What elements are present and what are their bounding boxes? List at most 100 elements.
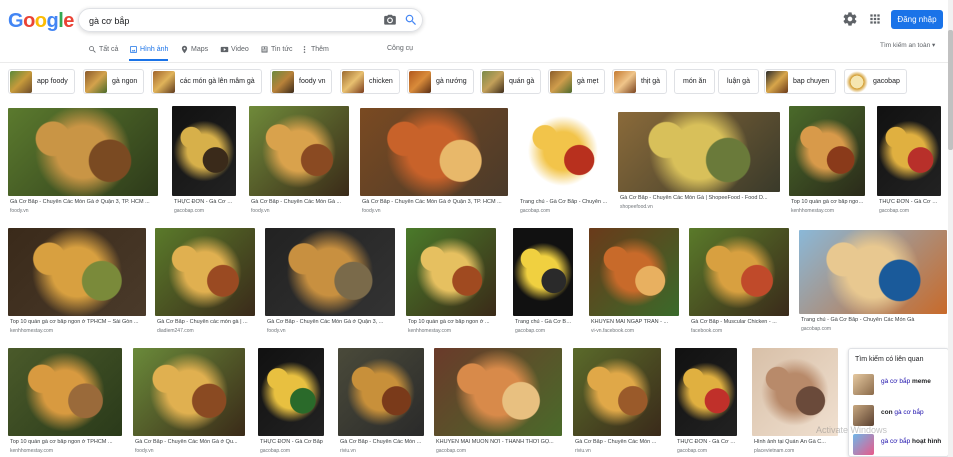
chip[interactable]: gà nướng	[407, 69, 474, 94]
google-logo[interactable]: Google	[8, 10, 74, 33]
chip[interactable]: gà mẹt	[548, 69, 606, 94]
image-thumbnail[interactable]	[406, 228, 496, 316]
chip[interactable]: chicken	[340, 69, 400, 94]
chip[interactable]: luận gà	[718, 69, 759, 94]
image-thumbnail[interactable]	[589, 228, 679, 316]
image-thumbnail[interactable]	[573, 348, 661, 436]
image-result[interactable]: Top 10 quán gà cơ bắp ngon ... kenhhomest…	[789, 106, 865, 218]
image-title[interactable]: Gà Cơ Bắp - Chuyên Các Món Gà ở Quận 3, …	[362, 199, 508, 205]
image-thumbnail[interactable]	[434, 348, 562, 436]
image-title[interactable]: Trang chủ - Gà Cơ Bắp - Chuyên Các Món G…	[801, 317, 947, 323]
image-title[interactable]: Gà Cơ Bắp - Chuyên Các Món Gà ở Quận 3, …	[10, 199, 158, 205]
image-thumbnail[interactable]	[249, 106, 349, 196]
chip[interactable]: bap chuyen	[764, 69, 837, 94]
chip[interactable]: các món gà lên mâm gà	[151, 69, 262, 94]
image-title[interactable]: Top 10 quán gà cơ bắp ngon ở TPHCM ...	[10, 439, 122, 445]
image-result[interactable]: Top 10 quán gà cơ bắp ngon ở TPHCM ... ke…	[8, 348, 122, 457]
image-result[interactable]: Top 10 quán gà cơ bắp ngon ở TPHCM – Sài…	[8, 228, 146, 338]
tab-video[interactable]: Video	[220, 45, 249, 54]
image-title[interactable]: THỰC ĐƠN - Gà Cơ Bắp	[260, 439, 324, 445]
tab-all[interactable]: Tất cả	[88, 45, 118, 54]
tab-maps[interactable]: Maps	[180, 45, 208, 54]
image-title[interactable]: Top 10 quán gà cơ bắp ngon ở ...	[408, 319, 496, 325]
scrollbar[interactable]	[948, 0, 953, 457]
search-icon[interactable]	[404, 13, 418, 27]
image-result[interactable]: Gà Cơ Bắp - Chuyên các món gà | ... diadi…	[155, 228, 255, 338]
image-title[interactable]: Gà Cơ Bắp - Chuyên Các Món Gà ở Qu...	[135, 439, 245, 445]
image-thumbnail[interactable]	[8, 228, 146, 316]
image-result[interactable]: Trang chủ - Gà Cơ Bắp - Chuyên ... gacoba…	[518, 106, 608, 218]
tab-images[interactable]: Hình ảnh	[129, 45, 169, 61]
image-title[interactable]: KHUYẾN MÃI MUỐN NƠI - THÀNH THỜI GỌ...	[436, 439, 562, 445]
image-title[interactable]: Gà Cơ Bắp - Muscular Chicken - ...	[691, 319, 789, 325]
image-thumbnail[interactable]	[877, 106, 941, 196]
image-title[interactable]: THỰC ĐƠN - Gà Cơ Bắp ...	[879, 199, 941, 205]
image-result[interactable]: Gà Cơ Bắp - Chuyên Các Món ... riviu.vn	[573, 348, 661, 457]
tab-more[interactable]: Thêm	[300, 45, 329, 54]
image-result[interactable]: KHUYẾN MÃI MUỐN NƠI - THÀNH THỜI GỌ... ga…	[434, 348, 562, 457]
image-result[interactable]: Gà Cơ Bắp - Muscular Chicken - ... facebo…	[689, 228, 789, 338]
image-title[interactable]: Gà Cơ Bắp - Chuyên Các Món Gà ở Quận 3, …	[267, 319, 395, 325]
image-result[interactable]: Hình ảnh tại Quán Ăn Gà C... placevietnam…	[752, 348, 838, 457]
image-result[interactable]: THỰC ĐƠN - Gà Cơ Bắp ... gacobap.com	[877, 106, 941, 218]
related-item[interactable]: gà cơ bắp meme	[851, 373, 948, 397]
related-item[interactable]: gà cơ bắp hoạt hình	[851, 433, 948, 457]
image-title[interactable]: Gà Cơ Bắp - Chuyên các món gà | ...	[157, 319, 255, 325]
image-result[interactable]: Gà Cơ Bắp - Chuyên Các Món Gà ở Qu... foo…	[133, 348, 245, 457]
safe-search-toggle[interactable]: Tìm kiếm an toàn ▾	[880, 41, 935, 49]
sign-in-button[interactable]: Đăng nhập	[891, 10, 943, 29]
image-title[interactable]: Trang chủ - Gà Cơ Bắp - Chuyên ...	[520, 199, 608, 205]
image-result[interactable]: Gà Cơ Bắp - Chuyên Các Món Gà ở Quận 3, …	[8, 108, 158, 218]
image-title[interactable]: Trang chủ - Gà Cơ Bắp ...	[515, 319, 573, 325]
image-result[interactable]: Gà Cơ Bắp - Chuyên Các Món Gà | ShopeeFo…	[618, 112, 780, 214]
image-thumbnail[interactable]	[265, 228, 395, 316]
image-result[interactable]: KHUYẾN MÃI NGẬP TRÀN - ... vi-vn.facebook…	[589, 228, 679, 338]
image-title[interactable]: Top 10 quán gà cơ bắp ngon ở TPHCM – Sài…	[10, 319, 146, 325]
image-title[interactable]: Gà Cơ Bắp - Chuyên Các Món ...	[575, 439, 661, 445]
image-result[interactable]: Gà Cơ Bắp - Chuyên Các Món Gà ... foody.v…	[249, 106, 349, 218]
camera-icon[interactable]	[383, 13, 397, 27]
chip[interactable]: app foody	[8, 69, 75, 94]
image-title[interactable]: Gà Cơ Bắp - Chuyên Các Món ...	[340, 439, 424, 445]
image-thumbnail[interactable]	[258, 348, 324, 436]
tab-tools[interactable]: Công cụ	[387, 45, 413, 52]
image-title[interactable]: Gà Cơ Bắp - Chuyên Các Món Gà ...	[251, 199, 349, 205]
image-thumbnail[interactable]	[789, 106, 865, 196]
image-result[interactable]: THỰC ĐƠN - Gà Cơ Bắp gacobap.com	[258, 348, 324, 457]
image-result[interactable]: Trang chủ - Gà Cơ Bắp - Chuyên Các Món G…	[799, 230, 947, 336]
image-result[interactable]: Gà Cơ Bắp - Chuyên Các Món Gà ở Quận 3, …	[265, 228, 395, 338]
image-title[interactable]: Gà Cơ Bắp - Chuyên Các Món Gà | ShopeeFo…	[620, 195, 780, 201]
chip[interactable]: gacobap	[844, 69, 907, 94]
image-thumbnail[interactable]	[8, 348, 122, 436]
image-result[interactable]: Gà Cơ Bắp - Chuyên Các Món Gà ở Quận 3, …	[360, 108, 508, 218]
tab-news[interactable]: Tin tức	[260, 45, 293, 54]
image-title[interactable]: THỰC ĐƠN - Gà Cơ Bắp	[677, 439, 737, 445]
chip[interactable]: foody vn	[270, 69, 333, 94]
chip[interactable]: quán gà	[480, 69, 542, 94]
image-thumbnail[interactable]	[133, 348, 245, 436]
image-thumbnail[interactable]	[675, 348, 737, 436]
image-thumbnail[interactable]	[155, 228, 255, 316]
image-thumbnail[interactable]	[8, 108, 158, 196]
image-title[interactable]: Top 10 quán gà cơ bắp ngon ...	[791, 199, 865, 205]
image-thumbnail[interactable]	[618, 112, 780, 192]
image-thumbnail[interactable]	[513, 228, 573, 316]
image-thumbnail[interactable]	[689, 228, 789, 316]
image-thumbnail[interactable]	[799, 230, 947, 314]
chip[interactable]: gà ngon	[83, 69, 145, 94]
image-thumbnail[interactable]	[752, 348, 838, 436]
chip[interactable]: thịt gà	[612, 69, 668, 94]
image-thumbnail[interactable]	[360, 108, 508, 196]
image-thumbnail[interactable]	[172, 106, 236, 196]
image-result[interactable]: THỰC ĐƠN - Gà Cơ Bắp gacobap.com	[675, 348, 737, 457]
chip[interactable]: món ăn	[674, 69, 716, 94]
apps-grid-icon[interactable]	[868, 12, 882, 26]
scroll-thumb[interactable]	[948, 30, 953, 150]
image-result[interactable]: THỰC ĐƠN - Gà Cơ Bắp gacobap.com	[172, 106, 236, 218]
image-title[interactable]: KHUYẾN MÃI NGẬP TRÀN - ...	[591, 319, 679, 325]
search-box[interactable]	[78, 8, 423, 32]
image-title[interactable]: Hình ảnh tại Quán Ăn Gà C...	[754, 439, 838, 445]
image-result[interactable]: Trang chủ - Gà Cơ Bắp ... gacobap.com	[513, 228, 573, 338]
image-thumbnail[interactable]	[518, 106, 608, 196]
search-input[interactable]	[89, 13, 369, 29]
